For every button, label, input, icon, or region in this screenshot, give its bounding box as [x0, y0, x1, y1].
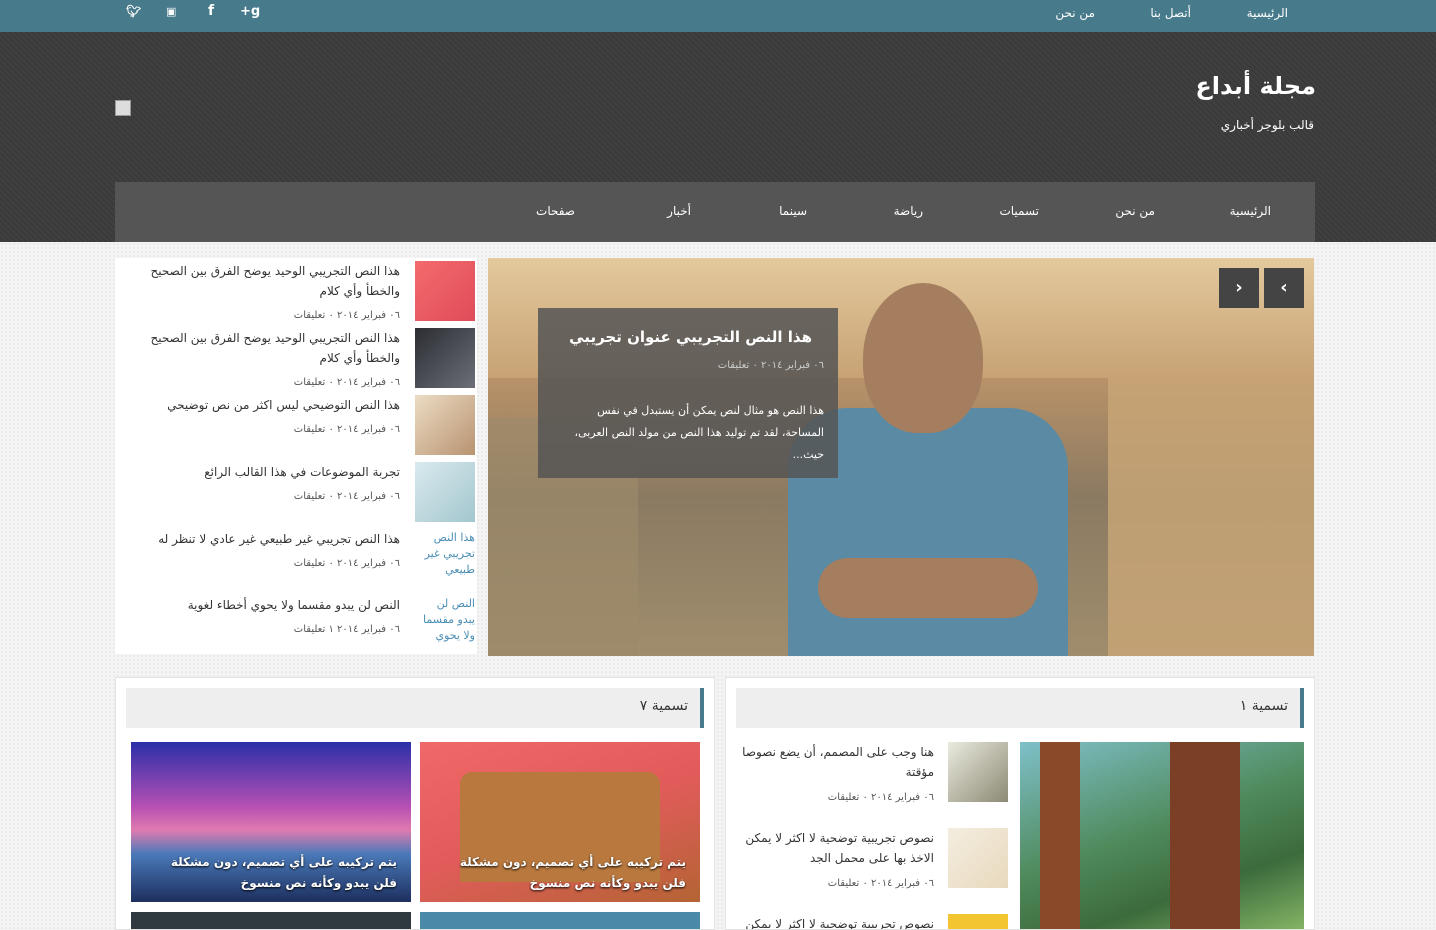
post-tile[interactable]: يتم تركيبه على أي تصميم، دون مشكلة فلن ي…: [420, 742, 700, 902]
facebook-icon[interactable]: f: [208, 3, 214, 19]
post-title[interactable]: النص لن يبدو مقسما ولا يحوي أخطاء لغوية: [130, 595, 400, 615]
post-thumbnail[interactable]: [948, 914, 1008, 929]
broken-image-icon: [115, 100, 131, 116]
post-thumbnail[interactable]: [415, 261, 475, 321]
slider-caption: هذا النص التجريبي عنوان تجريبي ٠٦ فبراير…: [538, 308, 838, 478]
topnav-home[interactable]: الرئيسية: [1247, 6, 1288, 20]
tile-tree: [1170, 742, 1240, 929]
list-item[interactable]: نصوص تجريبية توضحية لا اكثر لا يمكن الاخ…: [736, 828, 1008, 898]
post-title[interactable]: هذا النص التجريبي الوحيد يوضح الفرق بين …: [130, 328, 400, 368]
site-description: قالب بلوجر أخباري: [1220, 118, 1314, 132]
post-title[interactable]: تجربة الموضوعات في هذا القالب الرائع: [130, 462, 400, 482]
slider-truck-right: [1108, 378, 1314, 656]
post-tile[interactable]: يتم تركيبه على أي تصميم، دون مشكلة فلن ي…: [131, 742, 411, 902]
nav-item-labels[interactable]: تسميات: [999, 204, 1039, 218]
nav-item-pages[interactable]: صفحات: [536, 204, 575, 218]
post-tile[interactable]: [420, 912, 700, 929]
label-box-left: تسمية ٧ يتم تركيبه على أي تصميم، دون مشك…: [115, 677, 715, 930]
featured-slider[interactable]: › ‹ هذا النص التجريبي عنوان تجريبي ٠٦ فب…: [488, 258, 1314, 656]
nav-item-news[interactable]: أخبار: [667, 204, 691, 218]
post-title[interactable]: هذا النص تجريبي غير طبيعي غير عادي لا تن…: [130, 529, 400, 549]
tile-tree: [1040, 742, 1080, 929]
post-meta: ٠٦ فبراير ٢٠١٤ ٠ تعليقات: [293, 310, 400, 321]
post-thumbnail[interactable]: [415, 462, 475, 522]
post-title[interactable]: هذا النص التجريبي الوحيد يوضح الفرق بين …: [130, 261, 400, 301]
post-meta: ٠٦ فبراير ٢٠١٤ ٠ تعليقات: [827, 878, 934, 889]
topnav-about[interactable]: من نحن: [1055, 6, 1095, 20]
post-thumbnail[interactable]: [415, 395, 475, 455]
tile-title[interactable]: يتم تركيبه على أي تصميم، دون مشكلة فلن ي…: [147, 852, 397, 894]
tile-title[interactable]: يتم تركيبه على أي تصميم، دون مشكلة فلن ي…: [436, 852, 686, 894]
top-bar: الرئيسية أتصل بنا من نحن g+ f ▣ 🐦︎: [0, 0, 1436, 32]
post-meta: ٠٦ فبراير ٢٠١٤ ٠ تعليقات: [293, 424, 400, 435]
slider-meta: ٠٦ فبراير ٢٠١٤ ٠ تعليقات: [717, 360, 824, 371]
post-meta: ٠٦ فبراير ٢٠١٤ ٠ تعليقات: [293, 558, 400, 569]
post-meta: ٠٦ فبراير ٢٠١٤ ٠ تعليقات: [293, 377, 400, 388]
main-nav: الرئيسية من نحن تسميات رياضة سينما أخبار…: [115, 182, 1315, 242]
box-heading: تسمية ٧: [126, 688, 704, 728]
nav-item-about[interactable]: من نحن: [1115, 204, 1155, 218]
slider-person-head: [863, 283, 983, 433]
slider-prev-button[interactable]: ‹: [1219, 268, 1259, 308]
box-heading: تسمية ١: [736, 688, 1304, 728]
nav-item-sports[interactable]: رياضة: [894, 204, 923, 218]
post-title[interactable]: نصوص تجريبية توضحية لا اكثر لا يمكن الاخ…: [734, 828, 934, 868]
post-meta: ٠٦ فبراير ٢٠١٤ ٠ تعليقات: [827, 792, 934, 803]
post-tile[interactable]: [1020, 742, 1304, 929]
label-box-right: تسمية ١ هنا وجب على المصمم، أن يضع نصوصا…: [725, 677, 1315, 930]
content-area: › ‹ هذا النص التجريبي عنوان تجريبي ٠٦ فب…: [0, 242, 1436, 930]
nav-item-cinema[interactable]: سينما: [779, 204, 807, 218]
slider-person-arms: [818, 558, 1038, 618]
broken-thumbnail-alt[interactable]: النص لن يبدو مقسما ولا يحوي: [417, 596, 475, 652]
youtube-icon[interactable]: ▣: [166, 5, 176, 18]
post-thumbnail[interactable]: [948, 828, 1008, 888]
nav-item-home[interactable]: الرئيسية: [1230, 204, 1271, 218]
site-title[interactable]: مجلة أبداع: [1195, 72, 1316, 100]
post-thumbnail[interactable]: [948, 742, 1008, 802]
post-thumbnail[interactable]: [415, 328, 475, 388]
post-tile[interactable]: [131, 912, 411, 929]
box-heading-text[interactable]: تسمية ١: [1240, 698, 1288, 714]
post-meta: ٠٦ فبراير ٢٠١٤ ١ تعليقات: [293, 624, 400, 635]
post-title[interactable]: هنا وجب على المصمم، أن يضع نصوصا مؤقتة: [734, 742, 934, 782]
slider-excerpt: هذا النص هو مثال لنص يمكن أن يستبدل في ن…: [574, 404, 824, 461]
twitter-icon[interactable]: 🐦︎: [126, 4, 141, 18]
post-title[interactable]: نصوص تجريبية توضحية لا اكثر لا يمكن: [734, 914, 934, 929]
topnav-contact[interactable]: أتصل بنا: [1150, 6, 1191, 20]
list-item[interactable]: نصوص تجريبية توضحية لا اكثر لا يمكن: [734, 914, 1008, 929]
slider-title[interactable]: هذا النص التجريبي عنوان تجريبي: [569, 328, 812, 346]
recent-posts-list: هذا النص التجريبي الوحيد يوضح الفرق بين …: [115, 258, 477, 654]
slider-next-button[interactable]: ›: [1264, 268, 1304, 308]
post-meta: ٠٦ فبراير ٢٠١٤ ٠ تعليقات: [293, 491, 400, 502]
box-heading-text[interactable]: تسمية ٧: [640, 698, 688, 714]
post-title[interactable]: هذا النص التوضيحي ليس اكثر من نص توضيحي: [130, 395, 400, 415]
broken-thumbnail-alt[interactable]: هذا النص تجريبي غير طبيعي: [417, 530, 475, 586]
google-plus-icon[interactable]: g+: [240, 4, 260, 19]
site-header: مجلة أبداع قالب بلوجر أخباري الرئيسية من…: [0, 32, 1436, 242]
list-item[interactable]: هنا وجب على المصمم، أن يضع نصوصا مؤقتة ٠…: [736, 742, 1008, 812]
